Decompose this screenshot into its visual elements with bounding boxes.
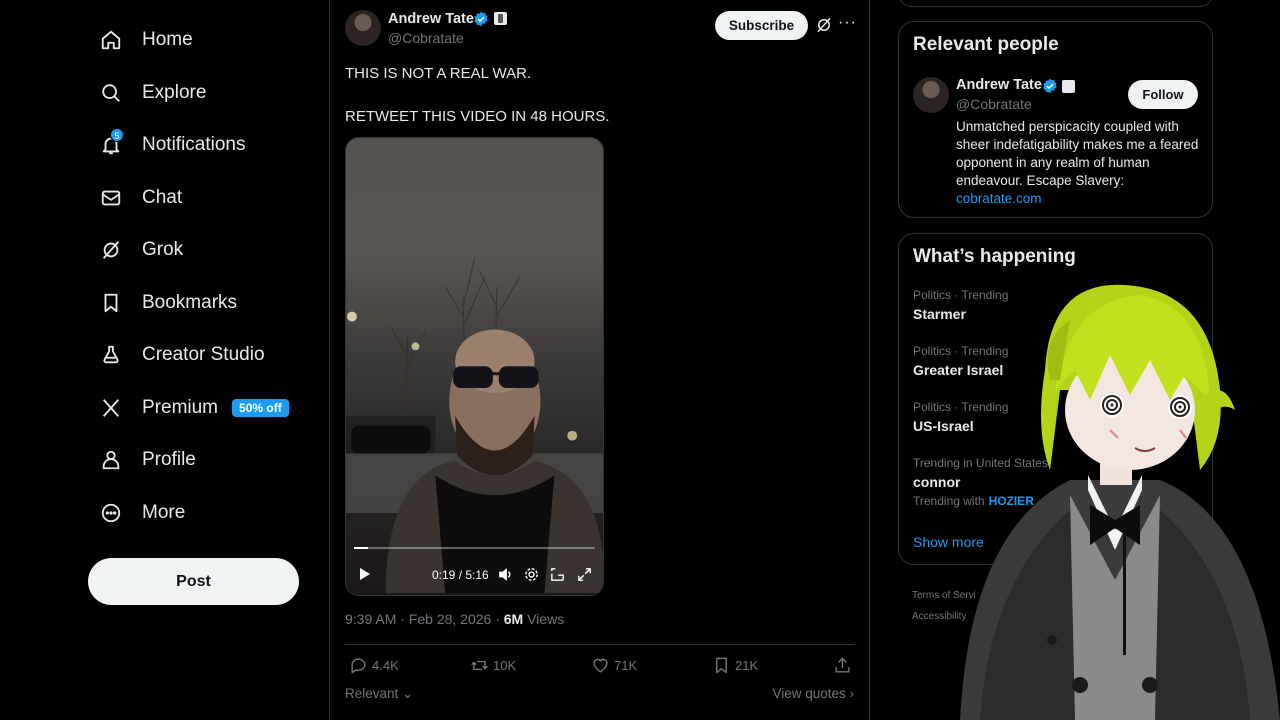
relevant-person-avatar[interactable] <box>913 77 949 113</box>
like-count: 71K <box>614 658 638 673</box>
reply-count: 4.4K <box>372 658 399 673</box>
chevron-right-icon: › <box>845 686 855 701</box>
previous-card-edge <box>898 0 1213 7</box>
video-time: 0:19 / 5:16 <box>432 568 489 582</box>
heart-icon <box>593 658 608 673</box>
sidebar-item-label: Creator Studio <box>142 344 265 366</box>
tweet-text: THIS IS NOT A REAL WAR. RETWEET THIS VID… <box>345 65 610 125</box>
author-name[interactable]: Andrew Tate <box>388 11 474 27</box>
grok-icon <box>100 239 122 261</box>
author-handle[interactable]: @Cobratate <box>388 30 464 46</box>
chevron-down-icon: ⌄ <box>398 686 414 701</box>
like-button[interactable]: 71K <box>591 656 637 675</box>
author-avatar[interactable] <box>345 10 381 46</box>
sidebar-item-label: Grok <box>142 239 184 261</box>
more-options-icon[interactable]: ··· <box>838 14 858 34</box>
verified-badge-icon <box>474 11 488 27</box>
repost-count: 10K <box>493 658 517 673</box>
sidebar-item-chat[interactable]: Chat <box>88 172 308 225</box>
fullscreen-icon[interactable] <box>576 566 593 583</box>
tweet-meta: 9:39 AM · Feb 28, 2026 · 6M Views <box>345 611 564 627</box>
affiliate-badge-icon <box>494 12 507 25</box>
relevant-people-card: Relevant people Andrew Tate @Cobratate F… <box>898 21 1213 218</box>
sidebar-item-label: Premium <box>142 396 219 418</box>
sidebar-item-label: Chat <box>142 186 183 208</box>
vtuber-avatar-overlay <box>960 284 1280 720</box>
home-icon <box>100 29 122 51</box>
x-logo-icon <box>100 397 122 419</box>
reply-sort-dropdown[interactable]: Relevant ⌄ <box>345 686 413 702</box>
tweet-detail: Andrew Tate @Cobratate Subscribe ··· THI… <box>329 0 870 720</box>
follow-button[interactable]: Follow <box>1128 80 1198 109</box>
person-icon <box>100 449 122 471</box>
view-count: 6M <box>503 611 524 627</box>
video-frame <box>346 256 603 594</box>
whats-happening-title: What’s happening <box>913 246 1076 267</box>
bookmark-icon <box>716 657 727 674</box>
verified-badge-icon <box>1043 78 1057 94</box>
sidebar-item-label: Explore <box>142 81 207 103</box>
bell-icon: 5 <box>100 128 124 156</box>
sidebar-item-creator-studio[interactable]: Creator Studio <box>88 329 308 382</box>
relevant-person-name[interactable]: Andrew Tate <box>956 77 1042 93</box>
sidebar-item-explore[interactable]: Explore <box>88 67 308 120</box>
sidebar-item-label: Bookmarks <box>142 291 238 313</box>
picture-in-picture-icon[interactable] <box>549 566 566 583</box>
bookmark-count: 21K <box>735 658 759 673</box>
search-icon <box>100 82 122 104</box>
video-progress-bar[interactable] <box>354 547 595 549</box>
subscribe-button[interactable]: Subscribe <box>715 11 808 40</box>
view-quotes-link[interactable]: View quotes › <box>772 686 854 701</box>
sidebar-item-bookmarks[interactable]: Bookmarks <box>88 277 308 330</box>
play-icon[interactable] <box>356 566 372 582</box>
repost-icon <box>471 660 488 671</box>
sidebar-item-label: Profile <box>142 449 196 471</box>
grok-icon[interactable] <box>815 16 833 34</box>
mail-icon <box>100 187 122 209</box>
sidebar-item-notifications[interactable]: 5 Notifications <box>88 119 308 172</box>
creator-studio-icon <box>100 344 122 366</box>
affiliate-badge-icon <box>1062 80 1075 93</box>
view-quotes-label: View quotes <box>772 686 846 701</box>
sidebar-item-label: More <box>142 501 186 523</box>
video-player[interactable]: 0:19 / 5:16 <box>345 137 604 596</box>
settings-gear-icon[interactable] <box>523 566 540 583</box>
bookmark-icon <box>100 292 122 314</box>
tweet-timestamp[interactable]: 9:39 AM · Feb 28, 2026 · <box>345 611 504 627</box>
share-icon <box>835 657 850 673</box>
bio-link[interactable]: cobratate.com <box>956 191 1042 206</box>
premium-discount-badge: 50% off <box>232 398 289 417</box>
more-circle-icon <box>100 502 122 524</box>
views-label: Views <box>527 611 565 627</box>
sidebar-item-label: Notifications <box>142 134 246 156</box>
sidebar-item-premium[interactable]: Premium 50% off <box>88 382 308 435</box>
reply-sort-label: Relevant <box>345 686 399 701</box>
divider <box>345 644 854 645</box>
repost-button[interactable]: 10K <box>470 656 516 675</box>
relevant-person-bio: Unmatched perspicacity coupled with shee… <box>956 118 1201 208</box>
volume-icon[interactable] <box>497 566 514 583</box>
sidebar-item-grok[interactable]: Grok <box>88 224 308 277</box>
bookmark-button[interactable]: 21K <box>712 656 758 675</box>
reply-button[interactable]: 4.4K <box>349 656 399 675</box>
video-progress-fill <box>354 547 369 549</box>
relevant-people-title: Relevant people <box>913 34 1059 55</box>
sidebar-item-profile[interactable]: Profile <box>88 434 308 487</box>
share-button[interactable] <box>833 656 856 675</box>
sidebar-nav: Home Explore 5 Notifications Chat Grok B… <box>88 14 308 539</box>
relevant-person-handle[interactable]: @Cobratate <box>956 96 1032 112</box>
bio-text: Unmatched perspicacity coupled with shee… <box>956 119 1199 188</box>
sidebar-item-more[interactable]: More <box>88 487 308 540</box>
post-button[interactable]: Post <box>88 558 299 605</box>
reply-icon <box>351 658 366 674</box>
sidebar-item-label: Home <box>142 29 193 51</box>
app-root: Home Explore 5 Notifications Chat Grok B… <box>0 0 1280 720</box>
sidebar-item-home[interactable]: Home <box>88 14 308 67</box>
